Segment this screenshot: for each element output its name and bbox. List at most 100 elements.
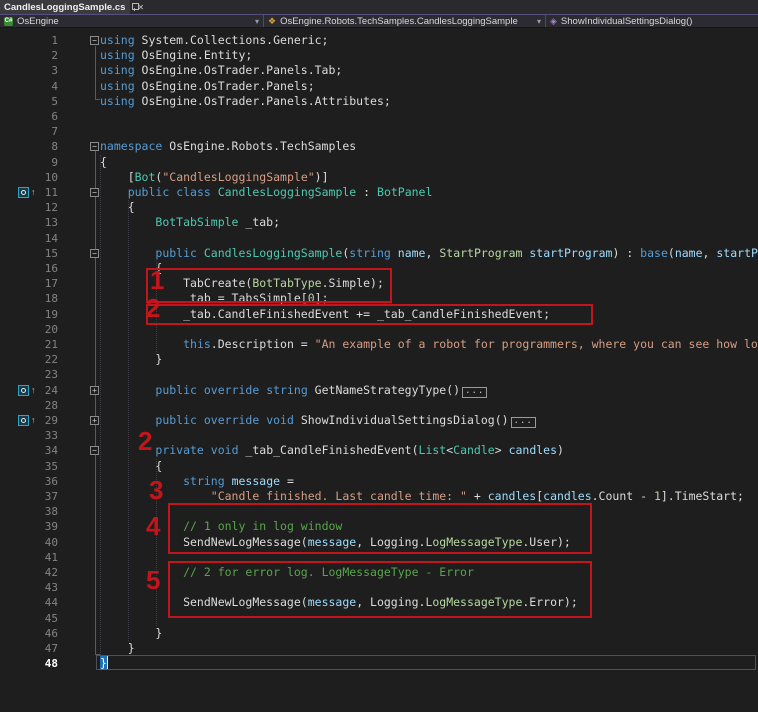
code-line[interactable]: 12 { xyxy=(0,200,758,215)
expand-fold-icon[interactable]: + xyxy=(90,416,99,425)
line-number: 2 xyxy=(51,49,58,63)
navigation-bar: C# OsEngine ▾ ❖ OsEngine.Robots.TechSamp… xyxy=(0,14,758,28)
line-number: 46 xyxy=(44,626,58,640)
annotation-number: 4 xyxy=(146,511,161,541)
project-name: OsEngine xyxy=(17,15,59,27)
document-tab[interactable]: CandlesLoggingSample.cs ✕ xyxy=(0,0,144,14)
annotation-highlight-box xyxy=(168,503,592,554)
line-number: 24 xyxy=(44,383,58,397)
code-text: namespace OsEngine.Robots.TechSamples xyxy=(100,139,357,154)
code-line[interactable]: 3 using OsEngine.OsTrader.Panels.Tab; xyxy=(0,63,758,78)
code-line[interactable]: 7 xyxy=(0,124,758,139)
line-number: 12 xyxy=(44,201,58,215)
line-number: 39 xyxy=(44,520,58,534)
code-text: public class CandlesLoggingSample : BotP… xyxy=(127,185,433,199)
code-line[interactable]: 37 "Candle finished. Last candle time: "… xyxy=(0,489,758,504)
chevron-down-icon: ▾ xyxy=(536,16,541,26)
code-text: } xyxy=(100,641,135,655)
code-text: this.Description = "An example of a robo… xyxy=(183,337,758,351)
line-number: 29 xyxy=(44,414,58,427)
code-line[interactable]: 36 string message = xyxy=(0,474,758,489)
code-line[interactable]: 35 { xyxy=(0,459,758,474)
code-line[interactable]: 34 − private void _tab_CandleFinishedEven… xyxy=(0,443,758,458)
code-line[interactable]: 13 BotTabSimple _tab; xyxy=(0,215,758,230)
annotation-number: 2 xyxy=(138,426,153,456)
code-line[interactable]: 10 [Bot("CandlesLoggingSample")] xyxy=(0,170,758,185)
code-line[interactable]: 1 − using System.Collections.Generic; xyxy=(0,33,758,48)
line-number: 44 xyxy=(44,596,58,610)
code-line[interactable]: 4 using OsEngine.OsTrader.Panels; xyxy=(0,79,758,94)
type-path: OsEngine.Robots.TechSamples.CandlesLoggi… xyxy=(280,15,518,27)
code-line[interactable]: ↑ 24 + public override string GetNameStrat… xyxy=(0,383,758,398)
code-line[interactable]: 23 xyxy=(0,367,758,382)
code-line[interactable]: 22 } xyxy=(0,352,758,367)
annotation-highlight-box xyxy=(146,268,392,303)
line-number: 6 xyxy=(51,110,58,123)
project-dropdown[interactable]: C# OsEngine ▾ xyxy=(0,15,264,27)
code-line[interactable]: 9{ xyxy=(0,155,758,170)
code-line[interactable]: 8 − namespace OsEngine.Robots.TechSamples xyxy=(0,139,758,154)
code-text: { xyxy=(100,458,163,473)
member-name: ShowIndividualSettingsDialog() xyxy=(560,15,693,27)
code-line[interactable]: 14 xyxy=(0,231,758,246)
line-number: 37 xyxy=(44,490,58,503)
expand-fold-icon[interactable]: + xyxy=(90,385,99,395)
line-number: 14 xyxy=(44,231,58,245)
annotation-number: 5 xyxy=(146,565,161,595)
type-dropdown[interactable]: ❖ OsEngine.Robots.TechSamples.CandlesLog… xyxy=(264,15,546,27)
code-line[interactable]: 6 xyxy=(0,109,758,124)
code-text: using OsEngine.OsTrader.Panels; xyxy=(100,78,315,93)
annotation-highlight-box xyxy=(146,304,593,325)
line-number: 15 xyxy=(44,246,58,260)
line-number: 40 xyxy=(44,535,58,549)
text-caret xyxy=(106,656,108,670)
collapsed-region-indicator[interactable]: ... xyxy=(510,417,536,428)
line-number: 43 xyxy=(44,581,58,595)
code-line[interactable]: 21 this.Description = "An example of a r… xyxy=(0,337,758,352)
method-icon: ◈ xyxy=(550,15,557,26)
line-number: 1 xyxy=(51,34,58,47)
code-line[interactable]: ↑ 11− public class CandlesLoggingSample :… xyxy=(0,185,758,200)
annotation-highlight-box xyxy=(168,561,592,618)
code-text: { xyxy=(100,200,135,215)
line-number: 45 xyxy=(44,611,58,625)
line-number: 48 xyxy=(44,657,58,671)
collapsed-region-indicator[interactable]: ... xyxy=(462,386,488,398)
code-text: } xyxy=(100,625,163,640)
line-number: 4 xyxy=(51,79,58,93)
code-text: using OsEngine.OsTrader.Panels.Tab; xyxy=(100,63,343,78)
line-number: 8 xyxy=(51,140,58,154)
code-text: using OsEngine.OsTrader.Panels.Attribute… xyxy=(100,93,391,108)
line-number: 11 xyxy=(44,186,58,199)
code-line[interactable]: ↑ 29 + public override void ShowIndividual… xyxy=(0,413,758,428)
line-number: 16 xyxy=(44,262,58,275)
collapse-fold-icon[interactable]: − xyxy=(90,446,99,456)
code-line[interactable]: 28 xyxy=(0,398,758,413)
collapse-fold-icon[interactable]: − xyxy=(90,36,99,45)
line-number: 21 xyxy=(44,338,58,351)
line-number: 42 xyxy=(44,566,58,579)
line-number: 13 xyxy=(44,216,58,230)
code-line[interactable]: 48} xyxy=(0,655,758,671)
code-line[interactable]: 47 } xyxy=(0,641,758,656)
collapse-fold-icon[interactable]: − xyxy=(90,142,99,152)
line-number: 19 xyxy=(44,307,58,321)
code-text: "Candle finished. Last candle time: " + … xyxy=(210,489,744,503)
line-number: 47 xyxy=(44,642,58,655)
collapse-fold-icon[interactable]: − xyxy=(90,188,99,197)
code-editor[interactable]: 1− using System.Collections.Generic; 2 usin… xyxy=(0,28,758,712)
line-number: 34 xyxy=(44,444,58,458)
code-line[interactable]: 15 − public CandlesLoggingSample(string n… xyxy=(0,246,758,261)
collapse-fold-icon[interactable]: − xyxy=(90,248,99,258)
line-number: 23 xyxy=(44,368,58,382)
code-text: BotTabSimple _tab; xyxy=(155,215,281,230)
vs-editor-window: CandlesLoggingSample.cs ✕ C# OsEngine ▾ … xyxy=(0,0,758,712)
line-number: 18 xyxy=(44,292,58,306)
code-line[interactable]: 33 xyxy=(0,428,758,443)
line-number: 38 xyxy=(44,505,58,519)
code-line[interactable]: 5 using OsEngine.OsTrader.Panels.Attribut… xyxy=(0,94,758,109)
member-dropdown[interactable]: ◈ ShowIndividualSettingsDialog() xyxy=(546,15,758,27)
code-line[interactable]: 2 using OsEngine.Entity; xyxy=(0,48,758,63)
line-number: 20 xyxy=(44,322,58,336)
code-line[interactable]: 46 } xyxy=(0,626,758,641)
